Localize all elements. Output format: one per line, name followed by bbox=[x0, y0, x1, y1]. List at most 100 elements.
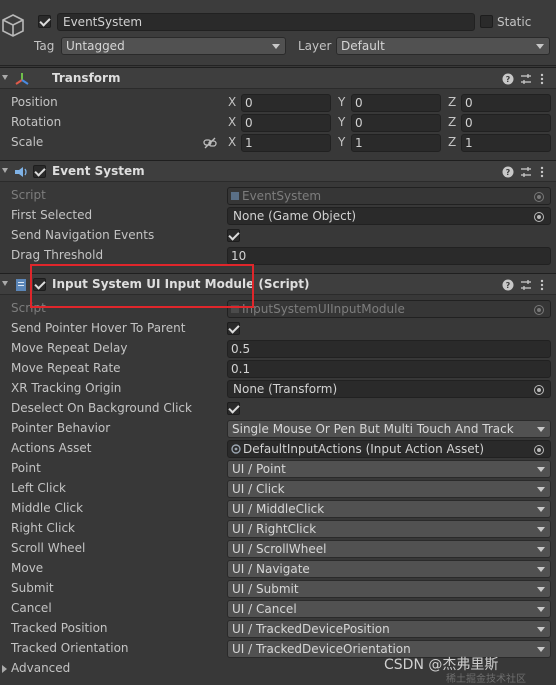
foldout-collapsed-icon[interactable] bbox=[2, 665, 7, 673]
chevron-down-icon bbox=[537, 567, 545, 572]
pointer-behavior-row: Pointer Behavior Single Mouse Or Pen But… bbox=[0, 419, 556, 439]
move-delay-field[interactable]: 0.5 bbox=[227, 340, 551, 358]
send-hover-row: Send Pointer Hover To Parent bbox=[0, 319, 556, 339]
rotation-label: Rotation bbox=[11, 115, 62, 129]
object-picker-icon bbox=[534, 305, 544, 315]
event-system-component-header[interactable]: Event System ? bbox=[0, 160, 556, 182]
gameobject-name-input[interactable]: EventSystem bbox=[57, 13, 475, 31]
action-value: UI / MiddleClick bbox=[232, 502, 325, 516]
action-dropdown[interactable]: UI / Click bbox=[227, 480, 551, 498]
axis-y-label: Y bbox=[338, 95, 346, 109]
foldout-arrow-icon[interactable] bbox=[2, 75, 8, 80]
actions-asset-value: DefaultInputActions (Input Action Asset) bbox=[243, 442, 485, 456]
first-selected-row: First Selected None (Game Object) bbox=[0, 206, 556, 226]
chevron-down-icon bbox=[537, 587, 545, 592]
scale-x-field[interactable]: 1 bbox=[241, 134, 331, 152]
actions-asset-label: Actions Asset bbox=[11, 441, 92, 455]
component-tools-icons[interactable]: ? bbox=[500, 164, 556, 180]
scale-row: Scale X 1 Y 1 Z 1 bbox=[0, 133, 556, 153]
position-row: Position X 0 Y 0 Z 0 bbox=[0, 93, 556, 113]
action-dropdown[interactable]: UI / TrackedDevicePosition bbox=[227, 620, 551, 638]
action-label: Middle Click bbox=[11, 501, 84, 515]
first-selected-field[interactable]: None (Game Object) bbox=[227, 207, 551, 225]
action-label: Point bbox=[11, 461, 41, 475]
move-rate-row: Move Repeat Rate 0.1 bbox=[0, 359, 556, 379]
es-script-row: Script EventSystem bbox=[0, 186, 556, 206]
scale-y-field[interactable]: 1 bbox=[351, 134, 441, 152]
xr-origin-row: XR Tracking Origin None (Transform) bbox=[0, 379, 556, 399]
watermark-sub: 稀土掘金技术社区 bbox=[446, 674, 526, 685]
es-script-field: EventSystem bbox=[227, 187, 551, 205]
transform-icon bbox=[15, 73, 29, 85]
pointer-behavior-dropdown[interactable]: Single Mouse Or Pen But Multi Touch And … bbox=[227, 420, 551, 438]
drag-threshold-field[interactable]: 10 bbox=[227, 247, 551, 265]
action-row: Middle Click UI / MiddleClick bbox=[0, 499, 556, 519]
layer-dropdown[interactable]: Default bbox=[336, 37, 550, 55]
rotation-y-field[interactable]: 0 bbox=[351, 114, 441, 132]
axis-y-label: Y bbox=[338, 115, 346, 129]
object-picker-icon bbox=[534, 192, 544, 202]
action-row: Right Click UI / RightClick bbox=[0, 519, 556, 539]
action-label: Cancel bbox=[11, 601, 52, 615]
xr-origin-label: XR Tracking Origin bbox=[11, 381, 122, 395]
actions-asset-field[interactable]: DefaultInputActions (Input Action Asset) bbox=[227, 440, 551, 458]
gameobject-active-checkbox[interactable] bbox=[38, 15, 51, 28]
action-dropdown[interactable]: UI / Cancel bbox=[227, 600, 551, 618]
event-system-enabled-checkbox[interactable] bbox=[33, 165, 46, 178]
action-row: Scroll Wheel UI / ScrollWheel bbox=[0, 539, 556, 559]
highlight-box bbox=[30, 264, 254, 308]
chevron-down-icon bbox=[537, 607, 545, 612]
action-value: UI / Cancel bbox=[232, 602, 297, 616]
send-nav-checkbox[interactable] bbox=[227, 229, 240, 242]
tag-dropdown[interactable]: Untagged bbox=[61, 37, 286, 55]
position-y-field[interactable]: 0 bbox=[351, 94, 441, 112]
tag-value: Untagged bbox=[66, 39, 125, 53]
chevron-down-icon bbox=[272, 44, 280, 49]
deselect-checkbox[interactable] bbox=[227, 402, 240, 415]
scale-z-field[interactable]: 1 bbox=[461, 134, 551, 152]
action-value: UI / Submit bbox=[232, 582, 299, 596]
layer-value: Default bbox=[341, 39, 385, 53]
chevron-down-icon bbox=[537, 507, 545, 512]
axis-z-label: Z bbox=[448, 95, 457, 109]
action-dropdown[interactable]: UI / Submit bbox=[227, 580, 551, 598]
action-dropdown[interactable]: UI / RightClick bbox=[227, 520, 551, 538]
script-label: Script bbox=[11, 188, 46, 202]
action-value: UI / Point bbox=[232, 462, 286, 476]
send-nav-label: Send Navigation Events bbox=[11, 228, 155, 242]
move-rate-field[interactable]: 0.1 bbox=[227, 360, 551, 378]
rotation-z-field[interactable]: 0 bbox=[461, 114, 551, 132]
position-x-field[interactable]: 0 bbox=[241, 94, 331, 112]
svg-text:?: ? bbox=[506, 168, 511, 177]
component-tools-icons[interactable]: ? bbox=[500, 277, 556, 293]
object-picker-icon[interactable] bbox=[534, 212, 544, 222]
rotation-x-field[interactable]: 0 bbox=[241, 114, 331, 132]
chevron-down-icon bbox=[537, 547, 545, 552]
component-tools-icons[interactable]: ? bbox=[500, 71, 556, 87]
static-checkbox[interactable] bbox=[480, 15, 493, 28]
axis-z-label: Z bbox=[448, 115, 457, 129]
advanced-label: Advanced bbox=[11, 661, 71, 675]
action-dropdown[interactable]: UI / ScrollWheel bbox=[227, 540, 551, 558]
action-row: Left Click UI / Click bbox=[0, 479, 556, 499]
action-row: Point UI / Point bbox=[0, 459, 556, 479]
transform-component-header[interactable]: Transform ? bbox=[0, 67, 556, 89]
action-row: Move UI / Navigate bbox=[0, 559, 556, 579]
actions-asset-row: Actions Asset DefaultInputActions (Input… bbox=[0, 439, 556, 459]
pointer-behavior-value: Single Mouse Or Pen But Multi Touch And … bbox=[232, 422, 514, 436]
position-z-field[interactable]: 0 bbox=[461, 94, 551, 112]
script-file-icon bbox=[231, 192, 239, 200]
action-dropdown[interactable]: UI / Point bbox=[227, 460, 551, 478]
foldout-arrow-icon[interactable] bbox=[2, 281, 8, 286]
action-dropdown[interactable]: UI / MiddleClick bbox=[227, 500, 551, 518]
chevron-down-icon bbox=[537, 627, 545, 632]
xr-origin-field[interactable]: None (Transform) bbox=[227, 380, 551, 398]
object-picker-icon[interactable] bbox=[534, 385, 544, 395]
object-picker-icon[interactable] bbox=[534, 445, 544, 455]
foldout-arrow-icon[interactable] bbox=[2, 168, 8, 173]
send-hover-checkbox[interactable] bbox=[227, 322, 240, 335]
gameobject-cube-icon bbox=[2, 14, 24, 37]
rotation-row: Rotation X 0 Y 0 Z 0 bbox=[0, 113, 556, 133]
action-dropdown[interactable]: UI / Navigate bbox=[227, 560, 551, 578]
link-icon[interactable] bbox=[203, 136, 217, 150]
